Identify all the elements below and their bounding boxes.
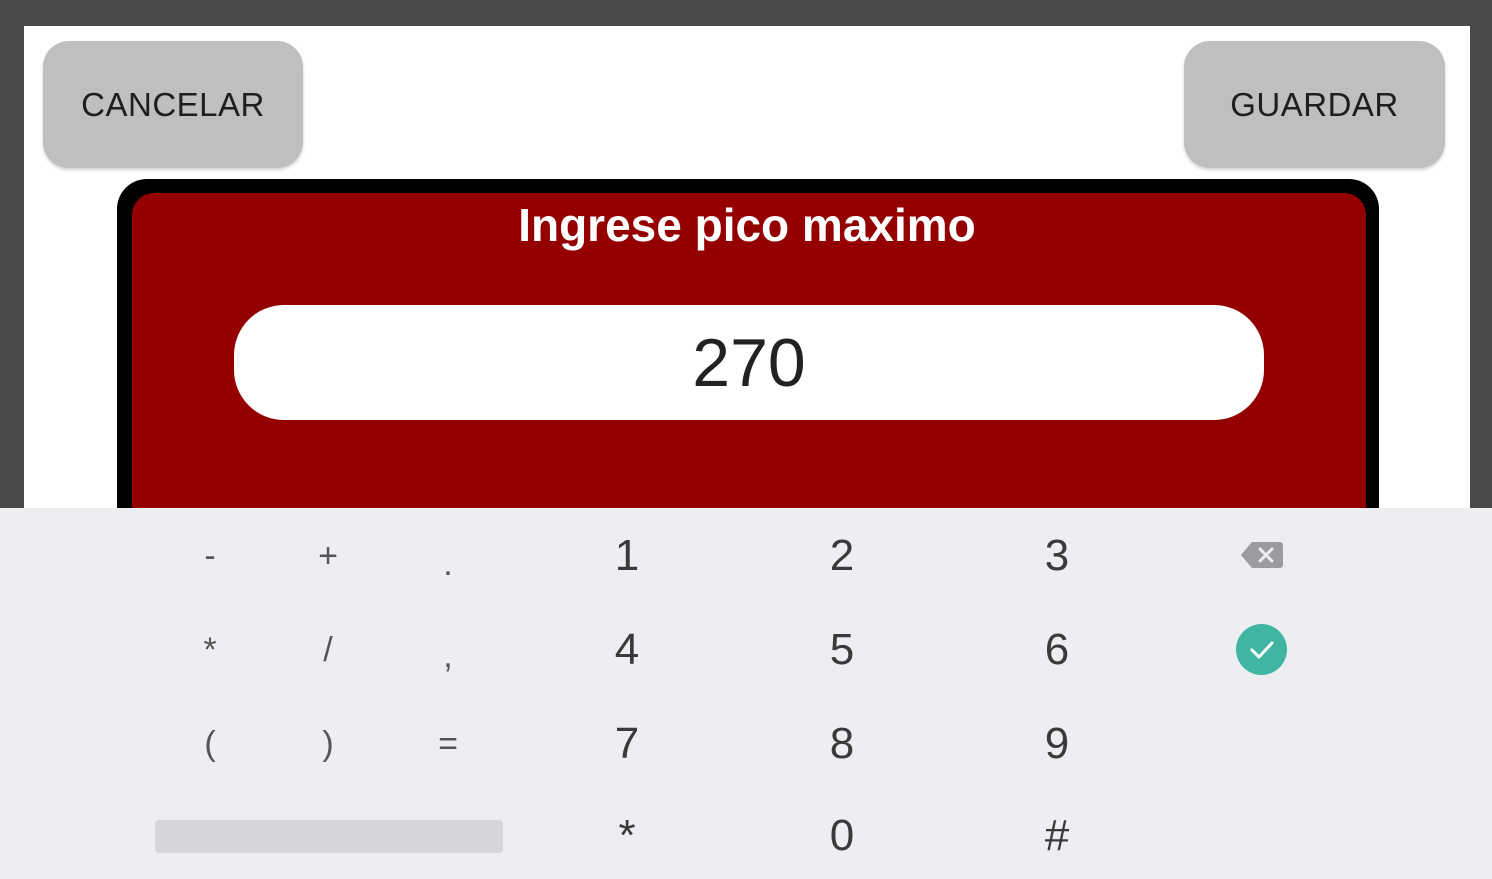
backspace-icon[interactable] bbox=[1240, 540, 1284, 570]
enter-key[interactable] bbox=[1236, 624, 1287, 675]
dialog-title: Ingrese pico maximo bbox=[518, 199, 976, 251]
key-comma[interactable]: , bbox=[388, 616, 508, 696]
space-key[interactable] bbox=[155, 820, 503, 853]
value-text: 270 bbox=[692, 324, 806, 401]
key-hash[interactable]: # bbox=[997, 796, 1117, 876]
key-slash[interactable]: / bbox=[268, 610, 388, 690]
key-2[interactable]: 2 bbox=[782, 516, 902, 596]
key-minus[interactable]: - bbox=[150, 516, 270, 596]
key-plus[interactable]: + bbox=[268, 516, 388, 596]
key-1[interactable]: 1 bbox=[567, 516, 687, 596]
app-screen: CANCELAR GUARDAR Ingrese pico maximo 270 bbox=[24, 26, 1470, 508]
key-equals[interactable]: = bbox=[388, 704, 508, 784]
key-open-paren[interactable]: ( bbox=[150, 704, 270, 784]
key-0[interactable]: 0 bbox=[782, 796, 902, 876]
cancel-button[interactable]: CANCELAR bbox=[43, 41, 303, 168]
device-frame-top bbox=[0, 0, 1492, 26]
key-star[interactable]: * bbox=[567, 796, 687, 876]
cancel-button-label: CANCELAR bbox=[81, 85, 265, 123]
key-5[interactable]: 5 bbox=[782, 610, 902, 690]
key-6[interactable]: 6 bbox=[997, 610, 1117, 690]
check-icon bbox=[1250, 641, 1273, 658]
key-4[interactable]: 4 bbox=[567, 610, 687, 690]
save-button[interactable]: GUARDAR bbox=[1184, 41, 1445, 168]
key-9[interactable]: 9 bbox=[997, 704, 1117, 784]
key-period[interactable]: . bbox=[388, 524, 508, 604]
save-button-label: GUARDAR bbox=[1230, 85, 1399, 123]
numeric-keyboard: - + . 1 2 3 * / , 4 5 6 ( ) = 7 8 9 * 0 … bbox=[0, 508, 1492, 879]
key-close-paren[interactable]: ) bbox=[268, 704, 388, 784]
key-7[interactable]: 7 bbox=[567, 704, 687, 784]
value-input[interactable]: 270 bbox=[234, 305, 1264, 420]
key-asterisk[interactable]: * bbox=[150, 610, 270, 690]
key-8[interactable]: 8 bbox=[782, 704, 902, 784]
key-3[interactable]: 3 bbox=[997, 516, 1117, 596]
